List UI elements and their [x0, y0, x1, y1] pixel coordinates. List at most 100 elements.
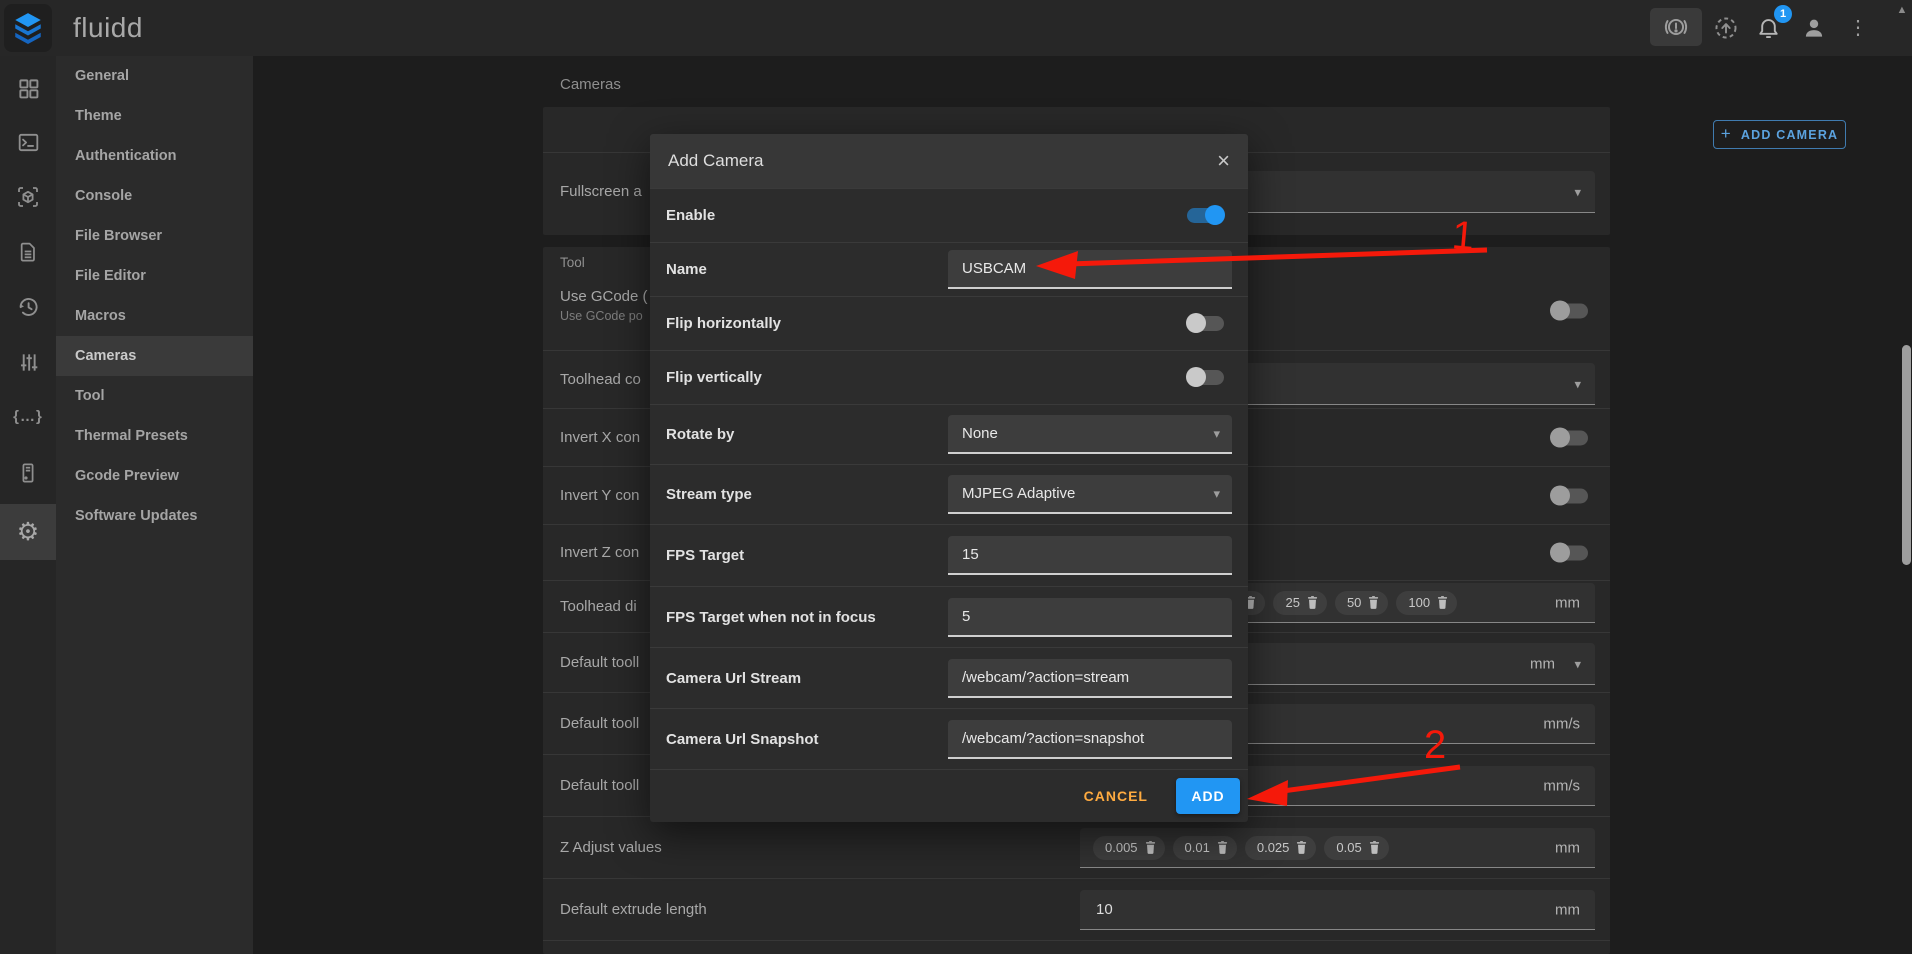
- sidebar-item-label: Tool: [75, 388, 105, 404]
- toggle-thumb: [1550, 301, 1570, 321]
- z-adjust-chip[interactable]: 0.05: [1324, 836, 1388, 860]
- sidebar-item-theme[interactable]: Theme: [56, 96, 253, 136]
- dialog-row-flip-horizontally: Flip horizontally: [650, 296, 1248, 350]
- distance-chip[interactable]: 100: [1396, 591, 1457, 615]
- trash-icon[interactable]: [1368, 596, 1379, 609]
- dialog-row-enable: Enable: [650, 188, 1248, 242]
- fps-target-input[interactable]: 15: [948, 536, 1232, 575]
- sidebar-item-label: Console: [75, 188, 132, 204]
- sidebar-item-software-updates[interactable]: Software Updates: [56, 496, 253, 536]
- unit-label: mm: [1555, 594, 1580, 611]
- sidebar-item-label: Macros: [75, 308, 126, 324]
- app-title: fluidd: [73, 12, 143, 44]
- add-button[interactable]: ADD: [1176, 778, 1240, 814]
- annotation-step-2: 2: [1424, 723, 1446, 768]
- tune-icon: [17, 351, 40, 374]
- nav-tune[interactable]: [0, 335, 56, 389]
- input-value: 5: [962, 608, 970, 625]
- unit-label: mm: [1555, 839, 1580, 856]
- cancel-button[interactable]: CANCEL: [1074, 780, 1158, 812]
- sidebar-item-authentication[interactable]: Authentication: [56, 136, 253, 176]
- z-adjust-chip[interactable]: 0.01: [1173, 836, 1237, 860]
- annotation-step-1: 1: [1450, 213, 1476, 260]
- z-adjust-chips: 0.005 0.01 0.025 0.05: [1080, 828, 1389, 867]
- nav-console[interactable]: [0, 115, 56, 169]
- nav-settings[interactable]: ⚙: [0, 504, 56, 560]
- scroll-up-icon[interactable]: ▲: [1894, 2, 1910, 18]
- settings-row-label: Invert Z con: [560, 544, 639, 561]
- system-icon: [17, 462, 39, 484]
- nav-file-browser[interactable]: [0, 225, 56, 279]
- estop-icon: [1663, 14, 1689, 40]
- input-value: /webcam/?action=snapshot: [962, 730, 1144, 747]
- rotate-by-select[interactable]: None ▾: [948, 415, 1232, 454]
- use-gcode-toggle[interactable]: [1551, 304, 1588, 319]
- settings-row-label: Default extrude length: [560, 901, 707, 918]
- sidebar-item-macros[interactable]: Macros: [56, 296, 253, 336]
- close-icon[interactable]: ×: [1217, 150, 1230, 172]
- chip-label: 50: [1347, 595, 1361, 610]
- unit-label: mm/s: [1543, 777, 1580, 794]
- settings-row-label: Toolhead di: [560, 598, 637, 615]
- sidebar-item-console[interactable]: Console: [56, 176, 253, 216]
- trash-icon[interactable]: [1217, 841, 1228, 854]
- sidebar-item-label: Theme: [75, 108, 122, 124]
- unit-label: mm: [1555, 901, 1580, 918]
- sidebar-item-label: General: [75, 68, 129, 84]
- camera-name-input[interactable]: USBCAM: [948, 250, 1232, 289]
- sidebar-item-tool[interactable]: Tool: [56, 376, 253, 416]
- sidebar-item-file-browser[interactable]: File Browser: [56, 216, 253, 256]
- chip-label: 0.005: [1105, 840, 1138, 855]
- sidebar-item-file-editor[interactable]: File Editor: [56, 256, 253, 296]
- settings-row-label: Toolhead co: [560, 371, 641, 388]
- fluidd-logo[interactable]: [4, 4, 52, 52]
- sidebar-item-thermal-presets[interactable]: Thermal Presets: [56, 416, 253, 456]
- distance-chip[interactable]: 25: [1273, 591, 1326, 615]
- invert-z-toggle[interactable]: [1551, 545, 1588, 560]
- add-camera-button[interactable]: + ADD CAMERA: [1713, 120, 1846, 149]
- nav-dashboard[interactable]: [0, 61, 56, 115]
- trash-icon[interactable]: [1369, 841, 1380, 854]
- unit-label: mm: [1530, 655, 1555, 672]
- settings-gear-icon: ⚙: [17, 520, 39, 545]
- dialog-row-flip-vertically: Flip vertically: [650, 350, 1248, 404]
- console-icon: [17, 131, 40, 154]
- scrollbar[interactable]: [1902, 345, 1911, 565]
- dialog-row-rotate-by: Rotate by None ▾: [650, 404, 1248, 464]
- stream-type-select[interactable]: MJPEG Adaptive ▾: [948, 475, 1232, 514]
- sidebar-item-general[interactable]: General: [56, 56, 253, 96]
- distance-chip[interactable]: 50: [1335, 591, 1388, 615]
- default-extrude-length-input[interactable]: 10 mm: [1080, 890, 1595, 930]
- settings-row-label: Default tooll: [560, 777, 639, 794]
- z-adjust-chip[interactable]: 0.025: [1245, 836, 1317, 860]
- sidebar-item-gcode-preview[interactable]: Gcode Preview: [56, 456, 253, 496]
- camera-url-stream-input[interactable]: /webcam/?action=stream: [948, 659, 1232, 698]
- emergency-stop-button[interactable]: [1650, 8, 1702, 46]
- settings-row-label: Default tooll: [560, 654, 639, 671]
- input-value: /webcam/?action=stream: [962, 669, 1129, 686]
- flip-horizontal-toggle[interactable]: [1187, 316, 1224, 331]
- upload-config-button[interactable]: [1708, 10, 1744, 46]
- preview-cube-icon: [16, 185, 40, 209]
- nav-history[interactable]: [0, 280, 56, 334]
- z-adjust-chip[interactable]: 0.005: [1093, 836, 1165, 860]
- trash-icon[interactable]: [1145, 841, 1156, 854]
- nav-system[interactable]: [0, 446, 56, 500]
- camera-url-snapshot-input[interactable]: /webcam/?action=snapshot: [948, 720, 1232, 759]
- enable-toggle[interactable]: [1187, 208, 1224, 223]
- unit-label: mm/s: [1543, 715, 1580, 732]
- overflow-menu-button[interactable]: ⋮: [1840, 10, 1876, 46]
- nav-gcode-preview[interactable]: [0, 170, 56, 224]
- page-title: Cameras: [560, 76, 621, 93]
- trash-icon[interactable]: [1296, 841, 1307, 854]
- flip-vertical-toggle[interactable]: [1187, 370, 1224, 385]
- invert-x-toggle[interactable]: [1551, 430, 1588, 445]
- sidebar-item-cameras[interactable]: Cameras: [56, 336, 253, 376]
- fps-target-unfocused-input[interactable]: 5: [948, 598, 1232, 637]
- trash-icon[interactable]: [1437, 596, 1448, 609]
- account-button[interactable]: [1796, 10, 1832, 46]
- settings-row-partial: [543, 940, 1610, 954]
- trash-icon[interactable]: [1307, 596, 1318, 609]
- invert-y-toggle[interactable]: [1551, 488, 1588, 503]
- nav-macros[interactable]: {…}: [0, 389, 56, 443]
